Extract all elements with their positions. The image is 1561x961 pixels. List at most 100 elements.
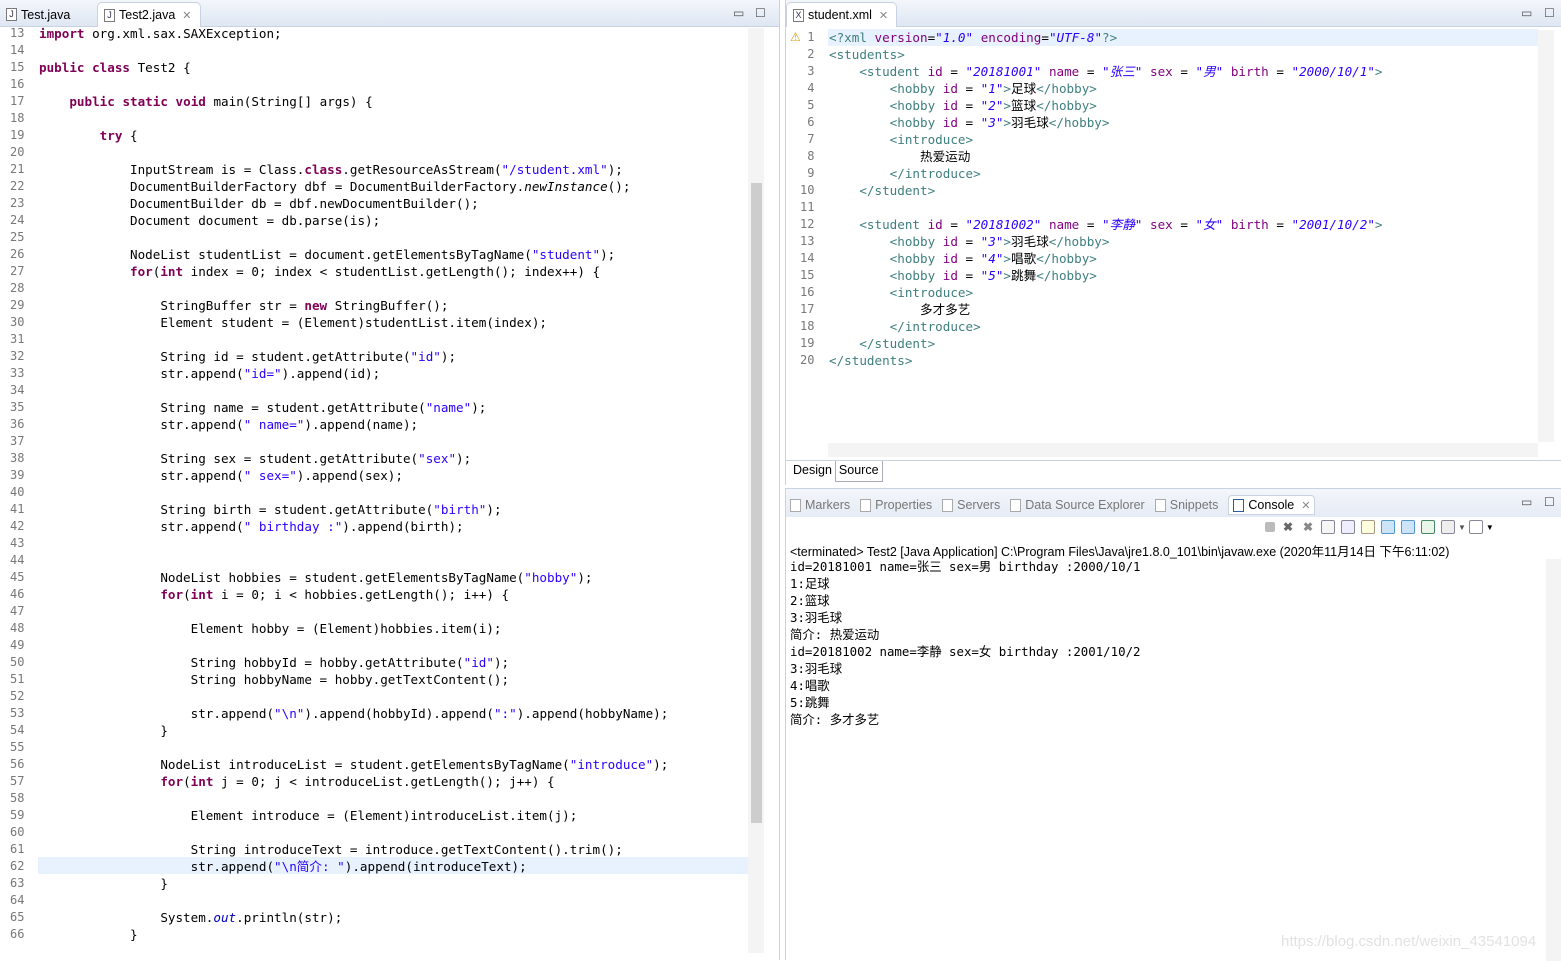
line-number: 28 xyxy=(10,281,25,295)
line-number: 15 xyxy=(800,268,815,282)
code-line: NodeList studentList = document.getEleme… xyxy=(39,247,616,262)
java-editor-tabbar: J Test.java J Test2.java ✕ ▭ ☐ xyxy=(0,0,779,27)
tab-servers[interactable]: Servers xyxy=(942,498,1000,512)
scroll-thumb[interactable] xyxy=(751,183,762,823)
console-line: 4:唱歌 xyxy=(790,678,830,693)
code-line: String hobbyId = hobby.getAttribute("id"… xyxy=(39,655,510,670)
xml-line: <hobby id = "2">篮球</hobby> xyxy=(889,98,1097,113)
open-console-icon[interactable] xyxy=(1468,520,1483,534)
code-line: str.append(" sex=").append(sex); xyxy=(39,468,403,483)
line-number: 30 xyxy=(10,315,25,329)
word-wrap-icon[interactable] xyxy=(1361,520,1375,534)
tab-source[interactable]: Source xyxy=(834,461,883,482)
console-line: 简介: 热爱运动 xyxy=(790,627,880,642)
console-line: 3:羽毛球 xyxy=(790,661,843,676)
line-number: 63 xyxy=(10,876,25,890)
line-number: 25 xyxy=(10,230,25,244)
line-number: 13 xyxy=(800,234,815,248)
line-number: 43 xyxy=(10,536,25,550)
scroll-lock-icon[interactable] xyxy=(1341,520,1355,534)
xml-line: <hobby id = "4">唱歌</hobby> xyxy=(889,251,1097,266)
line-number: 54 xyxy=(10,723,25,737)
tab-markers[interactable]: Markers xyxy=(790,498,850,512)
console-line: 5:跳舞 xyxy=(790,695,830,710)
code-line: String id = student.getAttribute("id"); xyxy=(39,349,457,364)
minimize-icon[interactable]: ▭ xyxy=(1521,6,1532,20)
code-line: try { xyxy=(99,128,138,143)
tab-student-xml[interactable]: Xstudent.xml ✕ xyxy=(786,2,898,27)
tab-properties[interactable]: Properties xyxy=(860,498,932,512)
xml-line: </student> xyxy=(859,336,936,351)
maximize-icon[interactable]: ☐ xyxy=(1544,495,1555,509)
code-line: for(int j = 0; j < introduceList.getLeng… xyxy=(160,774,555,789)
line-number: 24 xyxy=(10,213,25,227)
line-number: 42 xyxy=(10,519,25,533)
console-toolbar: ✖ ✖ ▼ ▼ xyxy=(1262,520,1494,534)
line-number: 1 xyxy=(800,30,815,44)
horizontal-scrollbar[interactable] xyxy=(828,443,1538,457)
close-icon[interactable]: ✕ xyxy=(1301,499,1310,512)
pin-console-icon[interactable] xyxy=(1421,520,1435,534)
line-number: 37 xyxy=(10,434,25,448)
code-line: String name = student.getAttribute("name… xyxy=(39,400,487,415)
minimize-icon[interactable]: ▭ xyxy=(733,6,744,20)
console-line: 2:篮球 xyxy=(790,593,830,608)
terminate-icon[interactable] xyxy=(1265,522,1275,532)
tab-design[interactable]: Design xyxy=(790,461,835,482)
xml-code[interactable]: <?xml version="1.0" encoding="UTF-8"?> <s… xyxy=(829,29,1383,369)
line-number: 34 xyxy=(10,383,25,397)
close-icon[interactable]: ✕ xyxy=(182,9,191,22)
java-editor: J Test.java J Test2.java ✕ ▭ ☐ 13 14 15 16 17 18… xyxy=(0,0,780,960)
show-on-stderr-icon[interactable] xyxy=(1401,520,1415,534)
console-line: 1:足球 xyxy=(790,576,830,591)
console-line: 简介: 多才多艺 xyxy=(790,712,880,727)
tab-label: Snippets xyxy=(1169,498,1219,512)
minimize-icon[interactable]: ▭ xyxy=(1521,495,1532,509)
vertical-scrollbar[interactable] xyxy=(1546,559,1561,961)
line-number: 38 xyxy=(10,451,25,465)
clear-console-icon[interactable] xyxy=(1321,520,1335,534)
xml-line xyxy=(829,199,1383,216)
line-number: 9 xyxy=(800,166,815,180)
chevron-down-icon[interactable]: ▼ xyxy=(1486,523,1494,532)
line-number: 52 xyxy=(10,689,25,703)
watermark: https://blog.csdn.net/weixin_43541094 xyxy=(1281,933,1537,950)
snippets-icon xyxy=(1154,498,1166,512)
maximize-icon[interactable]: ☐ xyxy=(755,6,766,20)
code-line: Element hobby = (Element)hobbies.item(i)… xyxy=(39,621,502,636)
tab-console[interactable]: Console ✕ xyxy=(1228,495,1316,515)
xml-line: <hobby id = "3">羽毛球</hobby> xyxy=(889,115,1110,130)
close-icon[interactable]: ✕ xyxy=(879,9,888,22)
vertical-scrollbar[interactable] xyxy=(1538,30,1554,442)
code-line: } xyxy=(39,876,168,891)
remove-all-icon[interactable]: ✖ xyxy=(1301,520,1315,534)
xml-line: <hobby id = "1">足球</hobby> xyxy=(889,81,1097,96)
show-on-stdout-icon[interactable] xyxy=(1381,520,1395,534)
line-number: 62 xyxy=(10,859,25,873)
tab-test-java[interactable]: J Test.java xyxy=(0,2,78,27)
remove-launch-icon[interactable]: ✖ xyxy=(1281,520,1295,534)
line-number: 3 xyxy=(800,64,815,78)
code-line: for(int i = 0; i < hobbies.getLength(); … xyxy=(160,587,510,602)
line-number: 16 xyxy=(800,285,815,299)
chevron-down-icon[interactable]: ▼ xyxy=(1458,523,1466,532)
display-console-icon[interactable] xyxy=(1441,520,1455,534)
maximize-icon[interactable]: ☐ xyxy=(1544,6,1555,20)
tab-snippets[interactable]: Snippets xyxy=(1154,498,1219,512)
tab-test2-java[interactable]: J Test2.java ✕ xyxy=(97,2,201,27)
console-output[interactable]: id=20181001 name=张三 sex=男 birthday :2000… xyxy=(790,558,1140,728)
code-line: NodeList hobbies = student.getElementsBy… xyxy=(39,570,593,585)
xml-line: </student> xyxy=(859,183,936,198)
line-number: 36 xyxy=(10,417,25,431)
java-code[interactable]: import org.xml.sax.SAXException; public … xyxy=(39,25,668,943)
code-line: String sex = student.getAttribute("sex")… xyxy=(39,451,472,466)
vertical-scrollbar[interactable] xyxy=(748,28,764,953)
tab-data-source-explorer[interactable]: Data Source Explorer xyxy=(1010,498,1145,512)
line-number: 49 xyxy=(10,638,25,652)
xml-line: <introduce> xyxy=(889,285,974,300)
